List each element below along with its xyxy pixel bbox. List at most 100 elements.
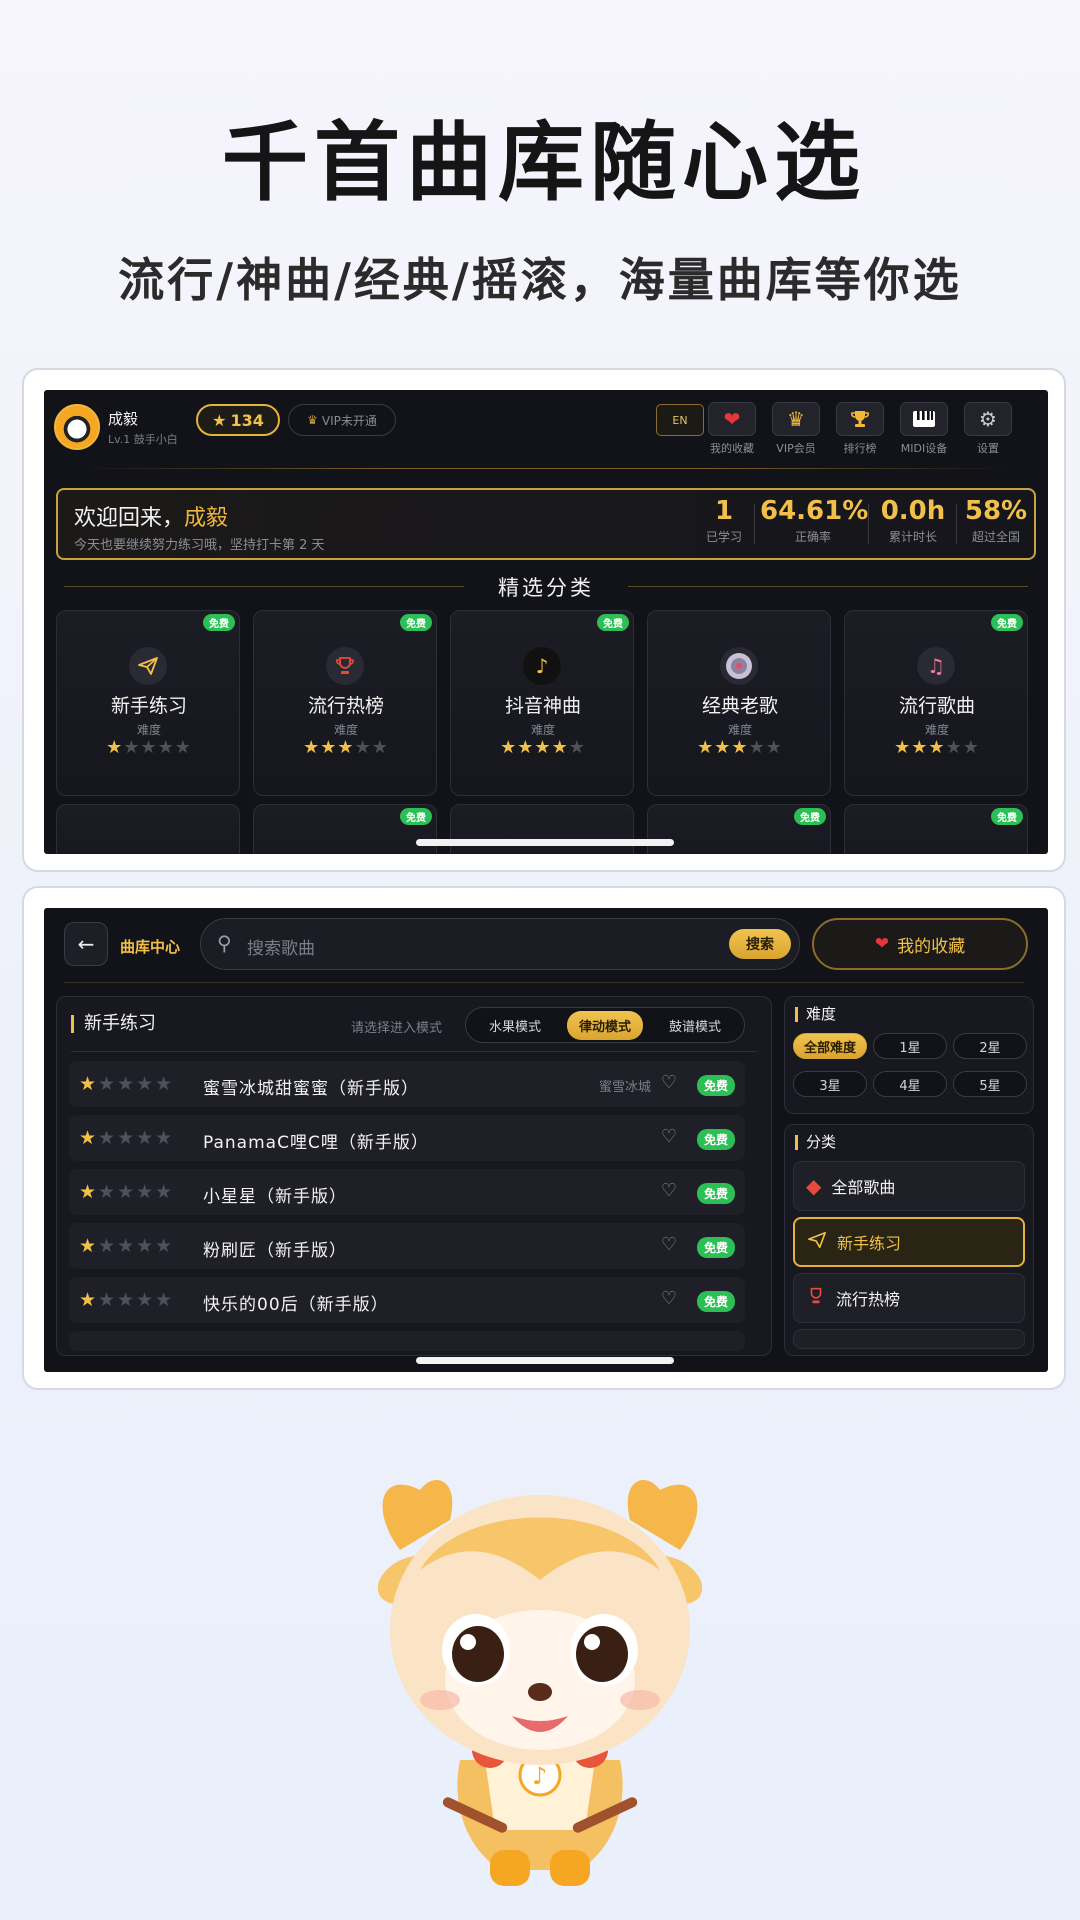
- deer-mascot-illustration: ♪: [377, 1480, 703, 1886]
- stat-duration: 0.0h 累计时长: [870, 496, 956, 545]
- my-favorites-label: 我的收藏: [897, 936, 966, 957]
- mode-hint: 请选择进入模式: [351, 1021, 443, 1036]
- difficulty-stars: ★★★★★: [303, 737, 389, 758]
- stat-ranking: 58% 超过全国: [958, 496, 1034, 545]
- song-row[interactable]: ★★★★★ PanamaC哩C哩（新手版） ♡ 免费: [69, 1115, 745, 1161]
- vip-label: VIP会员: [776, 442, 816, 455]
- category-card[interactable]: 免费: [844, 804, 1028, 854]
- gear-icon: ⚙: [964, 402, 1012, 436]
- settings-label: 设置: [977, 442, 999, 455]
- favorite-heart-icon[interactable]: ♡: [661, 1072, 677, 1093]
- header-divider: [64, 982, 1024, 983]
- free-badge: 免费: [696, 1237, 735, 1258]
- favorite-heart-icon[interactable]: ♡: [661, 1288, 677, 1309]
- free-badge: 免费: [597, 614, 629, 631]
- search-bar[interactable]: ⚲ 搜索歌曲 搜索: [200, 918, 800, 970]
- heart-icon: ❤: [874, 934, 890, 954]
- category-card[interactable]: 免费: [253, 804, 437, 854]
- category-option-label: 全部歌曲: [831, 1178, 896, 1197]
- free-badge: 免费: [400, 808, 432, 825]
- difficulty-stars: ★★★★★: [500, 737, 586, 758]
- song-row[interactable]: ★★★★★ 蜜雪冰城甜蜜蜜（新手版） 蜜雪冰城 ♡ 免费: [69, 1061, 745, 1107]
- difficulty-stars: ★★★★★: [79, 1073, 175, 1095]
- stat-value: 1: [714, 496, 734, 526]
- difficulty-chip-1[interactable]: 1星: [873, 1033, 947, 1059]
- difficulty-chip-2[interactable]: 2星: [953, 1033, 1027, 1059]
- difficulty-label: 难度: [530, 723, 555, 737]
- back-button[interactable]: ←: [64, 922, 108, 966]
- page-headline: 千首曲库随心选: [222, 113, 866, 213]
- song-artist: 蜜雪冰城: [598, 1080, 651, 1095]
- midi-device-button[interactable]: MIDI设备: [896, 402, 952, 456]
- category-option-beginner[interactable]: 新手练习: [793, 1217, 1025, 1267]
- favorite-heart-icon[interactable]: ♡: [661, 1234, 677, 1255]
- leaderboard-button[interactable]: 排行榜: [832, 402, 888, 456]
- header-divider: [80, 468, 1012, 469]
- stat-divider: [956, 504, 957, 544]
- favorites-button[interactable]: ❤ 我的收藏: [704, 402, 760, 456]
- vinyl-icon: [720, 647, 758, 685]
- vip-button[interactable]: ♛ VIP会员: [768, 402, 824, 456]
- difficulty-label: 难度: [727, 723, 752, 737]
- difficulty-label: 难度: [136, 723, 161, 737]
- mode-rhythm[interactable]: 律动模式: [566, 1010, 643, 1040]
- difficulty-chip-4[interactable]: 4星: [873, 1071, 947, 1097]
- music-heart-icon: ♫: [917, 647, 955, 685]
- difficulty-label: 难度: [333, 723, 358, 737]
- category-option-popular[interactable]: 流行热榜: [793, 1273, 1025, 1323]
- trophy-icon: [326, 647, 364, 685]
- category-card[interactable]: [56, 804, 240, 854]
- difficulty-stars: ★★★★★: [697, 737, 783, 758]
- favorite-heart-icon[interactable]: ♡: [661, 1180, 677, 1201]
- difficulty-chip-all[interactable]: 全部难度: [793, 1033, 867, 1059]
- difficulty-chip-3[interactable]: 3星: [793, 1071, 867, 1097]
- song-list-panel: 新手练习 请选择进入模式 水果模式 律动模式 鼓谱模式 ★★★★★ 蜜雪冰城甜蜜…: [56, 996, 772, 1356]
- settings-button[interactable]: ⚙ 设置: [960, 402, 1016, 456]
- stat-accuracy: 64.61% 正确率: [760, 496, 868, 545]
- category-name: 经典老歌: [701, 695, 778, 717]
- leaderboard-label: 排行榜: [843, 442, 877, 455]
- mode-drum-score[interactable]: 鼓谱模式: [657, 1011, 733, 1040]
- category-name: 新手练习: [110, 695, 187, 717]
- song-row[interactable]: [69, 1331, 745, 1351]
- mode-selector: 水果模式 律动模式 鼓谱模式: [465, 1007, 745, 1043]
- category-option-more[interactable]: [793, 1329, 1025, 1349]
- category-card[interactable]: 免费 流行热榜 难度 ★★★★★: [253, 610, 437, 796]
- category-card[interactable]: 免费 新手练习 难度 ★★★★★: [56, 610, 240, 796]
- home-indicator[interactable]: [416, 1357, 674, 1364]
- free-badge: 免费: [991, 808, 1023, 825]
- tiktok-icon: ♪: [523, 647, 561, 685]
- category-card[interactable]: 经典老歌 难度 ★★★★★: [647, 610, 831, 796]
- category-option-all[interactable]: ◆ 全部歌曲: [793, 1161, 1025, 1211]
- home-screen: 成毅 Lv.1 鼓手小白 ★ 134 ♛ VIP未开通 EN ❤ 我的收藏 ♛ VIP会…: [44, 390, 1048, 854]
- difficulty-chip-5[interactable]: 5星: [953, 1071, 1027, 1097]
- favorite-heart-icon[interactable]: ♡: [661, 1126, 677, 1147]
- stat-label: 正确率: [794, 530, 831, 544]
- difficulty-stars: ★★★★★: [894, 737, 980, 758]
- free-badge: 免费: [696, 1075, 735, 1096]
- page-subheadline: 流行/神曲/经典/摇滚，海量曲库等你选: [118, 253, 962, 307]
- difficulty-stars: ★★★★★: [79, 1127, 175, 1149]
- category-card[interactable]: 免费: [647, 804, 831, 854]
- stat-value: 58%: [964, 496, 1028, 526]
- heart-icon: ❤: [708, 402, 756, 436]
- category-card[interactable]: 免费 ♫ 流行歌曲 难度 ★★★★★: [844, 610, 1028, 796]
- vip-status-badge[interactable]: ♛ VIP未开通: [288, 404, 396, 436]
- paper-plane-icon: [129, 647, 167, 685]
- category-card[interactable]: [450, 804, 634, 854]
- svg-text:♪: ♪: [532, 1762, 547, 1790]
- my-favorites-button[interactable]: ❤ 我的收藏: [812, 918, 1028, 970]
- song-title: 小星星（新手版）: [203, 1187, 347, 1207]
- category-card[interactable]: 免费 ♪ 抖音神曲 难度 ★★★★★: [450, 610, 634, 796]
- song-row[interactable]: ★★★★★ 快乐的00后（新手版） ♡ 免费: [69, 1277, 745, 1323]
- home-indicator[interactable]: [416, 839, 674, 846]
- user-avatar[interactable]: [54, 404, 100, 450]
- search-input[interactable]: 搜索歌曲: [247, 934, 315, 959]
- language-toggle-button[interactable]: EN: [656, 404, 704, 436]
- song-row[interactable]: ★★★★★ 粉刷匠（新手版） ♡ 免费: [69, 1223, 745, 1269]
- mode-fruit[interactable]: 水果模式: [477, 1011, 553, 1040]
- category-name: 抖音神曲: [504, 695, 581, 717]
- song-row[interactable]: ★★★★★ 小星星（新手版） ♡ 免费: [69, 1169, 745, 1215]
- search-button[interactable]: 搜索: [729, 929, 791, 959]
- star-count-badge[interactable]: ★ 134: [196, 404, 280, 436]
